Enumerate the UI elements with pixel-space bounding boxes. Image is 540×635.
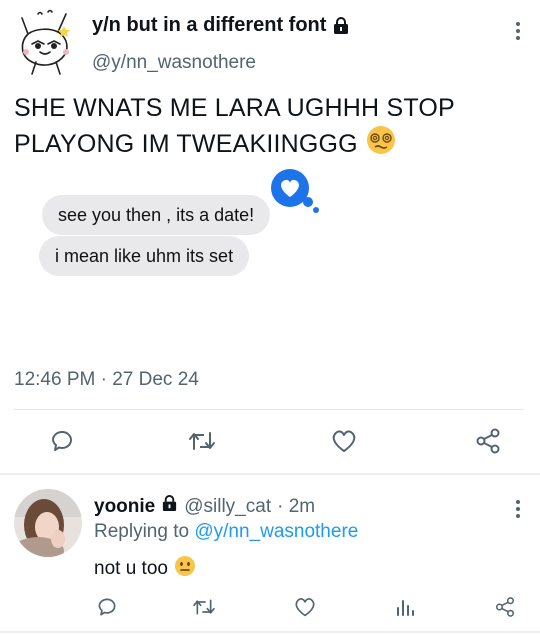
replying-to-mention[interactable]: @y/nn_wasnothere — [194, 521, 358, 542]
reply-icon[interactable] — [46, 427, 78, 455]
author-name-row: y/n but in a different font — [92, 14, 350, 37]
divider — [14, 409, 524, 410]
retweet-icon[interactable] — [186, 427, 218, 455]
lock-icon — [332, 16, 350, 35]
divider — [0, 473, 540, 475]
share-icon[interactable] — [492, 595, 518, 619]
reply-icon[interactable] — [94, 595, 120, 619]
reply-handle[interactable]: @silly_cat — [184, 496, 271, 518]
tweet-text-line: PLAYONG IM TWEAKIINGGG — [14, 130, 358, 158]
woozy-face-emoji-icon — [366, 125, 396, 164]
neutral-face-emoji-icon — [174, 555, 196, 583]
embedded-chat-image[interactable]: see you then , its a date! i mean like u… — [30, 168, 330, 288]
tweet-text-line: SHE WNATS ME LARA UGHHH STOP — [14, 94, 455, 122]
like-icon[interactable] — [328, 427, 360, 455]
reply-avatar[interactable] — [14, 489, 82, 557]
lock-icon — [161, 495, 178, 518]
chat-bubble: i mean like uhm its set — [39, 236, 250, 276]
reply-avatar-photo — [14, 489, 82, 557]
stats-icon[interactable] — [392, 595, 418, 619]
chat-bubble: see you then , its a date! — [42, 195, 271, 235]
retweet-icon[interactable] — [190, 595, 218, 619]
reply-time: · 2m — [277, 495, 316, 517]
replying-to: Replying to @y/nn_wasnothere — [94, 521, 358, 543]
share-icon[interactable] — [472, 427, 504, 455]
heart-tapback-icon — [268, 168, 320, 219]
reply-text-content: not u too — [94, 558, 168, 579]
reply-header: yoonie @silly_cat · 2m — [94, 495, 315, 518]
avatar[interactable] — [14, 8, 76, 78]
more-options-icon[interactable] — [512, 498, 524, 525]
like-icon[interactable] — [292, 595, 318, 619]
display-name[interactable]: y/n but in a different font — [92, 14, 326, 37]
more-options-icon[interactable] — [512, 20, 524, 47]
tweet-timestamp[interactable]: 12:46 PM · 27 Dec 24 — [14, 369, 199, 391]
reply-text: not u too — [94, 555, 196, 583]
cat-sketch-avatar-image — [21, 9, 70, 75]
replying-to-label: Replying to — [94, 521, 190, 542]
reply-display-name[interactable]: yoonie — [94, 496, 155, 518]
tweet-text: SHE WNATS ME LARA UGHHH STOP PLAYONG IM … — [14, 92, 524, 164]
divider — [0, 631, 540, 633]
author-handle[interactable]: @y/nn_wasnothere — [92, 52, 256, 74]
